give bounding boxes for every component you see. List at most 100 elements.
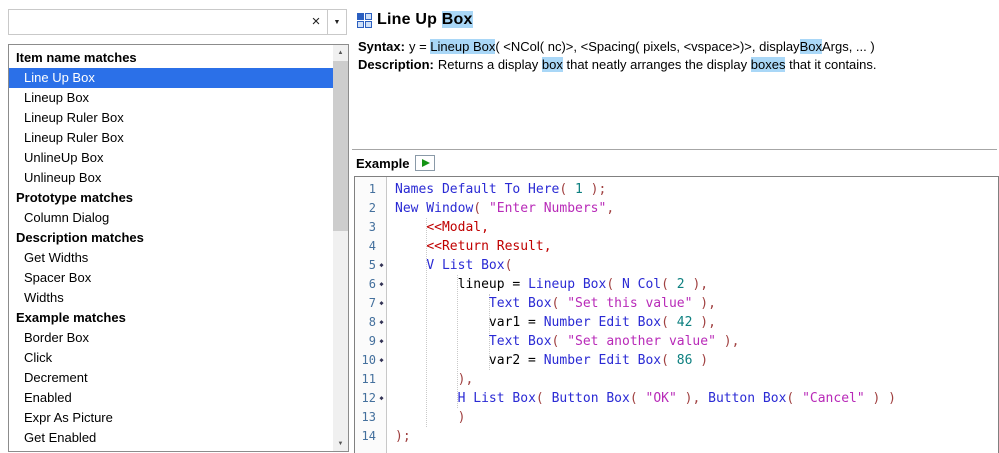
code-token: ) xyxy=(457,410,466,425)
code-text[interactable]: ) xyxy=(386,408,466,427)
list-item[interactable]: Spacer Box xyxy=(9,268,333,288)
code-token: ( xyxy=(661,315,677,330)
example-label: Example xyxy=(356,155,410,171)
code-token: "Cancel" xyxy=(802,391,865,406)
fold-marker-icon: ◆ xyxy=(379,280,384,288)
code-text[interactable]: Names Default To Here( 1 ); xyxy=(386,180,606,199)
description-line: Description: Returns a display box that n… xyxy=(358,57,877,72)
run-script-button[interactable] xyxy=(415,155,436,171)
line-number-cell: 3 xyxy=(355,218,386,237)
list-item[interactable]: Lineup Ruler Box xyxy=(9,108,333,128)
fold-marker-icon: ◆ xyxy=(379,394,384,402)
code-token: 2 xyxy=(676,277,685,292)
code-token: Number Edit Box xyxy=(543,353,662,368)
example-row: Example xyxy=(356,155,436,171)
code-text[interactable]: V List Box( xyxy=(386,256,512,275)
code-text[interactable]: <<Return Result, xyxy=(386,237,551,256)
code-token: New Window xyxy=(395,201,474,216)
code-token: ), xyxy=(457,372,474,387)
search-dropdown-button[interactable]: ▼ xyxy=(327,10,346,34)
page-title: Line Up Box xyxy=(377,11,473,29)
code-text[interactable]: var1 = Number Edit Box( 42 ), xyxy=(386,313,716,332)
line-number-cell: 6 ◆ xyxy=(355,275,386,294)
code-token: N Col xyxy=(622,277,662,292)
code-token: Names Default To Here xyxy=(395,182,560,197)
list-item[interactable]: Lineup Ruler Box xyxy=(9,128,333,148)
list-item[interactable]: Line Up Box xyxy=(9,68,333,88)
line-number-cell: 14 xyxy=(355,427,386,446)
code-text[interactable]: <<Modal, xyxy=(386,218,489,237)
list-item[interactable]: Widths xyxy=(9,288,333,308)
code-text[interactable]: Text Box( "Set this value" ), xyxy=(386,294,716,313)
description-text: Returns a display box that neatly arrang… xyxy=(438,57,877,72)
detail-pane: Line Up Box Syntax: y = Lineup Box( <NCol… xyxy=(352,0,999,453)
results-list: Item name matches Line Up Box Lineup Box Li… xyxy=(9,45,333,451)
list-group-header: Example matches xyxy=(16,310,126,325)
code-text[interactable]: ); xyxy=(386,427,411,446)
code-token: ( xyxy=(551,296,568,311)
code-token: ( xyxy=(551,334,568,349)
code-line: 4 <<Return Result, xyxy=(355,237,998,256)
code-token: ( xyxy=(535,391,552,406)
code-editor[interactable]: 1 Names Default To Here( 1 ); 2 New Window(… xyxy=(354,176,999,453)
code-token: ( xyxy=(661,277,677,292)
search-results-list: Item name matches Line Up Box Lineup Box Li… xyxy=(8,44,349,452)
list-item[interactable]: Get Widths xyxy=(9,248,333,268)
line-number-cell: 11 xyxy=(355,370,386,389)
list-item[interactable]: Border Box xyxy=(9,328,333,348)
code-line: 2 New Window( "Enter Numbers", xyxy=(355,199,998,218)
list-item[interactable]: Enabled xyxy=(9,388,333,408)
code-token: V List Box xyxy=(426,258,505,273)
list-item[interactable]: UnlineUp Box xyxy=(9,148,333,168)
match-highlight: Box xyxy=(441,11,473,28)
code-text[interactable]: var2 = Number Edit Box( 86 ) xyxy=(386,351,708,370)
line-number-cell: 9 ◆ xyxy=(355,332,386,351)
text-part: Args, ... ) xyxy=(821,39,875,54)
code-token: H List Box xyxy=(457,391,536,406)
list-item[interactable]: Lineup Box xyxy=(9,88,333,108)
code-token: ); xyxy=(395,429,411,444)
line-number: 7 xyxy=(368,296,376,310)
run-script-icon xyxy=(422,159,431,167)
scroll-up-button[interactable]: ▲ xyxy=(333,45,348,60)
list-item[interactable]: Expr As Picture xyxy=(9,408,333,428)
code-token: , xyxy=(606,201,615,216)
code-token: Lineup Box xyxy=(528,277,607,292)
line-number-cell: 5 ◆ xyxy=(355,256,386,275)
code-token: ) xyxy=(692,353,709,368)
scroll-down-button[interactable]: ▼ xyxy=(333,436,348,451)
list-item[interactable]: Unlineup Box xyxy=(9,168,333,188)
code-token: ( xyxy=(606,277,622,292)
list-item[interactable]: Column Dialog xyxy=(9,208,333,228)
code-token: "Set this value" xyxy=(567,296,693,311)
code-text[interactable]: Text Box( "Set another value" ), xyxy=(386,332,739,351)
code-token: Text Box xyxy=(488,296,552,311)
code-token: ) ) xyxy=(864,391,897,406)
match-highlight: Lineup Box xyxy=(430,39,496,54)
line-number: 3 xyxy=(368,220,376,234)
code-text[interactable]: New Window( "Enter Numbers", xyxy=(386,199,614,218)
search-input[interactable] xyxy=(9,11,305,33)
code-token: ( xyxy=(629,391,646,406)
code-text[interactable]: H List Box( Button Box( "OK" ), Button B… xyxy=(386,389,896,408)
code-token: ), xyxy=(676,391,709,406)
scrollbar-thumb[interactable] xyxy=(333,61,348,231)
list-item[interactable]: Click xyxy=(9,348,333,368)
clear-search-icon[interactable]: × xyxy=(305,10,327,34)
code-token: Button Box xyxy=(708,391,787,406)
list-item[interactable]: Get Enabled xyxy=(9,428,333,448)
text-part: y = xyxy=(408,39,431,54)
code-token: ), xyxy=(684,277,709,292)
code-text[interactable]: lineup = Lineup Box( N Col( 2 ), xyxy=(386,275,709,294)
text-part: that neatly arranges the display xyxy=(562,57,751,72)
line-number-cell: 7 ◆ xyxy=(355,294,386,313)
list-item[interactable]: Decrement xyxy=(9,368,333,388)
line-number: 1 xyxy=(368,182,376,196)
line-number-cell: 2 xyxy=(355,199,386,218)
section-divider xyxy=(352,149,997,150)
line-number-cell: 13 xyxy=(355,408,386,427)
code-text[interactable]: ), xyxy=(386,370,474,389)
